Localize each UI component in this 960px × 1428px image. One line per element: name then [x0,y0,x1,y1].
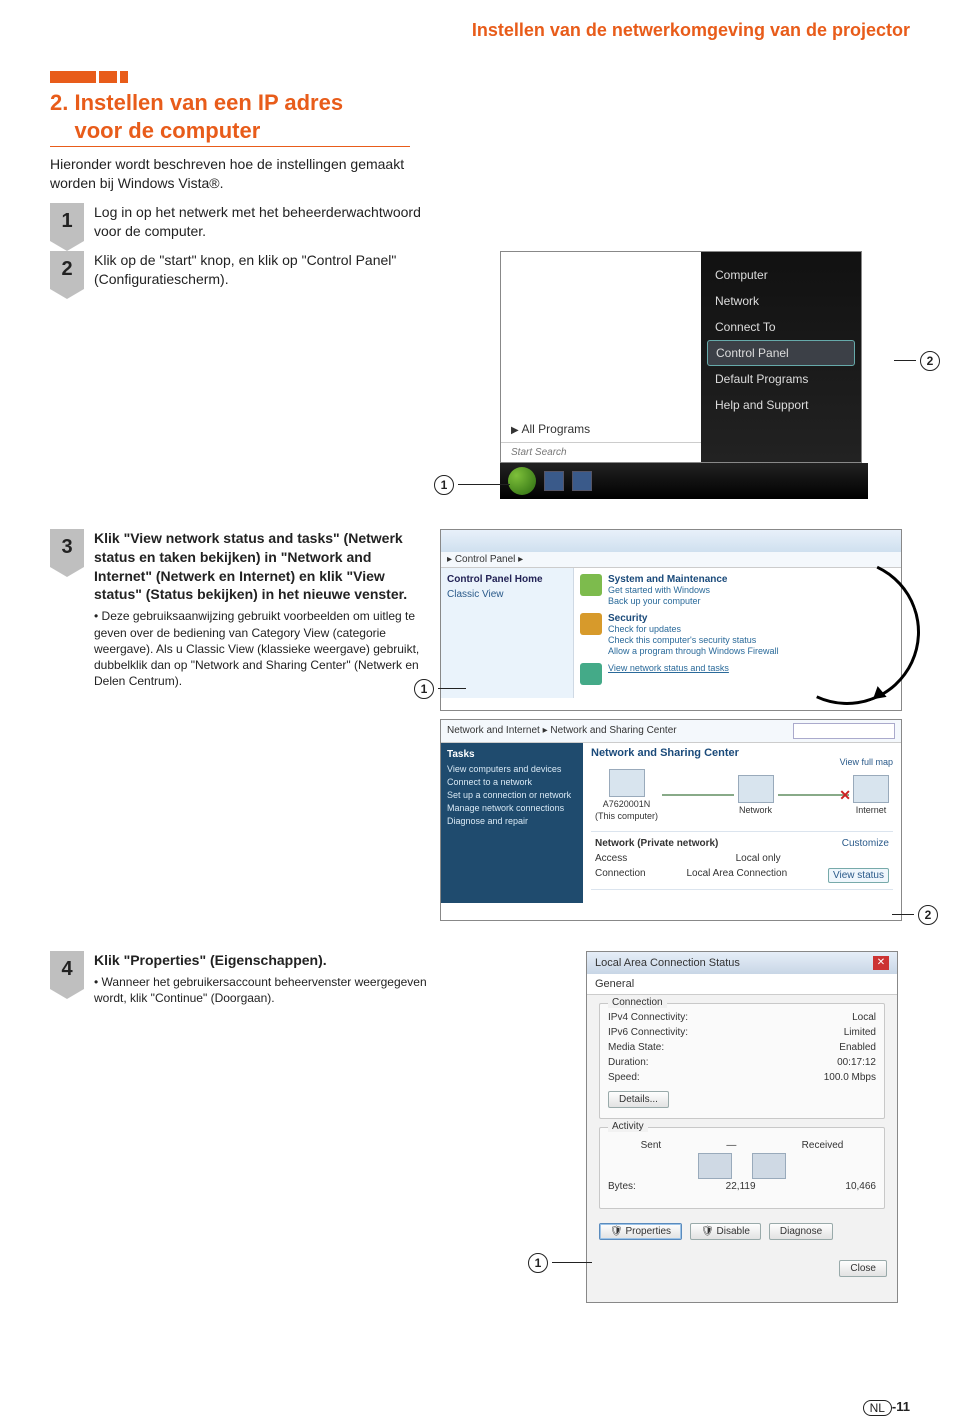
step-3-note: Deze gebruiksaanwijzing gebruikt voorbee… [94,608,430,689]
security-icon [580,613,602,635]
step-number-4: 4 [50,951,84,989]
page-number: NL-11 [863,1399,910,1416]
internet-globe-icon [853,775,889,803]
cp-system-maintenance[interactable]: System and Maintenance [608,574,727,585]
task-view-computers[interactable]: View computers and devices [447,764,577,774]
diagnose-button[interactable]: Diagnose [769,1223,833,1240]
pc-icon [698,1153,732,1179]
screenshot-start-menu: All Programs Start Search Computer Netwo… [500,251,862,463]
computer-icon [609,769,645,797]
menu-all-programs[interactable]: All Programs [501,416,701,442]
network-node-icon [738,775,774,803]
callout-2: 2 [918,905,938,925]
details-button[interactable]: Details... [608,1091,669,1108]
intro-text: Hieronder wordt beschreven hoe de instel… [50,155,410,193]
network-icon [580,663,602,685]
breadcrumb[interactable]: Network and Internet ▸ Network and Shari… [447,725,677,736]
system-maintenance-icon [580,574,602,596]
properties-button[interactable]: 🛡 Properties [599,1223,682,1240]
menu-connect-to[interactable]: Connect To [701,314,861,340]
close-icon[interactable]: ✕ [873,956,889,970]
customize-link[interactable]: Customize [842,838,889,849]
view-status-link[interactable]: View status [828,868,889,883]
search-input[interactable] [793,723,895,739]
cp-classic-view[interactable]: Classic View [447,589,567,600]
task-setup-connection[interactable]: Set up a connection or network [447,790,577,800]
callout-1: 1 [434,475,454,495]
task-manage-connections[interactable]: Manage network connections [447,803,577,813]
menu-control-panel[interactable]: Control Panel [707,340,855,366]
disable-button[interactable]: 🛡 Disable [690,1223,761,1240]
step-3-text: Klik "View network status and tasks" (Ne… [94,529,430,605]
menu-help-support[interactable]: Help and Support [701,392,861,418]
callout-2: 2 [920,351,940,371]
dialog-title: Local Area Connection Status [595,957,740,969]
close-button[interactable]: Close [839,1260,887,1277]
cp-security[interactable]: Security [608,613,779,624]
start-orb-icon[interactable] [508,467,536,495]
screenshot-lan-status-dialog: Local Area Connection Status ✕ General C… [586,951,898,1303]
task-diagnose-repair[interactable]: Diagnose and repair [447,816,577,826]
decorative-bars [50,71,910,83]
tasks-heading: Tasks [447,749,577,760]
callout-1: 1 [414,679,434,699]
step-1-text: Log in op het netwerk met het beheerderw… [94,203,430,241]
step-4-text: Klik "Properties" (Eigenschappen). [94,951,430,970]
cp-home[interactable]: Control Panel Home [447,574,567,585]
menu-network[interactable]: Network [701,288,861,314]
section-heading: 2. Instellen van een IP adres 2. voor de… [50,89,410,147]
group-activity: Activity [608,1121,648,1132]
pc-icon [752,1153,786,1179]
taskbar-tray-icon [544,471,564,491]
step-number-1: 1 [50,203,84,241]
disconnected-icon: ✕ [839,787,851,804]
step-2-text: Klik op de "start" knop, en klik op "Con… [94,251,430,289]
doc-title: Instellen van de netwerkomgeving van de … [50,20,910,41]
step-4-note: Wanneer het gebruikersaccount beheervens… [94,974,430,1006]
callout-1: 1 [528,1253,548,1273]
tab-general[interactable]: General [587,974,897,995]
task-connect-network[interactable]: Connect to a network [447,777,577,787]
start-search-input[interactable]: Start Search [501,442,701,462]
step-number-2: 2 [50,251,84,289]
taskbar-tray-icon [572,471,592,491]
view-full-map-link[interactable]: View full map [840,757,893,767]
step-number-3: 3 [50,529,84,567]
screenshot-network-sharing-center: Network and Internet ▸ Network and Shari… [440,719,902,921]
menu-computer[interactable]: Computer [701,262,861,288]
group-connection: Connection [608,997,667,1008]
cp-view-network-status-link[interactable]: View network status and tasks [608,663,729,673]
menu-default-programs[interactable]: Default Programs [701,366,861,392]
